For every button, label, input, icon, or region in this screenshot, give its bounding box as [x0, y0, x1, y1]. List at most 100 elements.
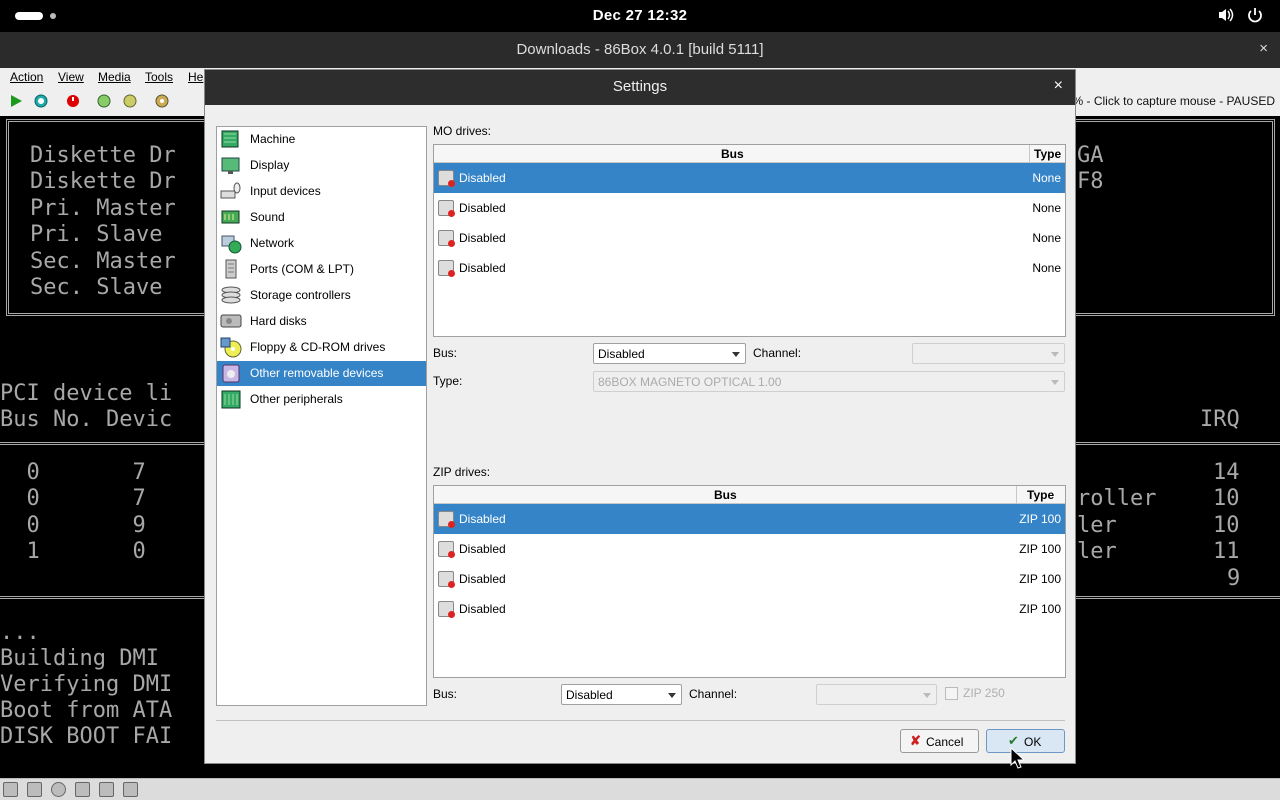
column-bus[interactable]: Bus: [714, 488, 737, 502]
row-bus: Disabled: [459, 231, 506, 245]
input-devices-icon: [220, 180, 242, 202]
row-bus: Disabled: [459, 171, 506, 185]
zip-drive-disabled-icon: [438, 511, 455, 528]
system-top-bar: Dec 27 12:32: [0, 0, 1280, 32]
nav-floppy-cdrom[interactable]: Floppy & CD-ROM drives: [217, 335, 426, 360]
power-icon[interactable]: [1246, 6, 1264, 29]
clock[interactable]: Dec 27 12:32: [0, 7, 1280, 24]
mo-channel-select[interactable]: [912, 343, 1065, 364]
row-bus: Disabled: [459, 512, 506, 526]
column-separator: [1029, 145, 1030, 163]
floppy-icon[interactable]: [3, 782, 18, 797]
zip-drive-disabled-icon: [438, 541, 455, 558]
column-bus[interactable]: Bus: [721, 147, 744, 161]
zip-bus-value: Disabled: [566, 688, 613, 702]
nav-display[interactable]: Display: [217, 153, 426, 178]
nav-storage-controllers[interactable]: Storage controllers: [217, 283, 426, 308]
hard-disks-icon: [220, 310, 242, 332]
nav-label: Hard disks: [250, 314, 307, 328]
app-close-button[interactable]: ×: [1259, 40, 1268, 57]
floppy-icon[interactable]: [27, 782, 42, 797]
table-row[interactable]: Disabled ZIP 100: [434, 594, 1065, 624]
table-row[interactable]: Disabled ZIP 100: [434, 504, 1065, 534]
console-line: F8: [1077, 169, 1104, 194]
mo-drive-disabled-icon: [438, 170, 455, 187]
row-bus: Disabled: [459, 542, 506, 556]
ok-button[interactable]: ✔ OK: [986, 729, 1065, 753]
table-row[interactable]: Disabled ZIP 100: [434, 564, 1065, 594]
console-line: Diskette Dr: [30, 143, 176, 168]
mo-type-value: 86BOX MAGNETO OPTICAL 1.00: [598, 375, 782, 389]
menu-media[interactable]: Media: [98, 70, 131, 84]
row-type: None: [1032, 261, 1061, 275]
mo-bus-select[interactable]: Disabled: [593, 343, 746, 364]
nav-machine[interactable]: Machine: [217, 127, 426, 152]
nav-label: Floppy & CD-ROM drives: [250, 340, 386, 354]
nav-ports[interactable]: Ports (COM & LPT): [217, 257, 426, 282]
mo-bus-value: Disabled: [598, 347, 645, 361]
nav-label: Storage controllers: [250, 288, 351, 302]
zip250-checkbox[interactable]: [945, 687, 958, 700]
cancel-x-icon: ✘: [910, 733, 921, 748]
nav-network[interactable]: Network: [217, 231, 426, 256]
ok-label: OK: [1024, 735, 1042, 749]
mo-bus-label: Bus:: [433, 346, 458, 360]
table-row[interactable]: Disabled None: [434, 253, 1065, 283]
row-bus: Disabled: [459, 572, 506, 586]
sound-icon[interactable]: [123, 782, 138, 797]
network-icon: [220, 232, 242, 254]
nav-label: Ports (COM & LPT): [250, 262, 355, 276]
console-line: roller: [1077, 486, 1157, 511]
menu-tools[interactable]: Tools: [145, 70, 173, 84]
console-line: 0 7: [0, 486, 146, 511]
mo-drives-label: MO drives:: [433, 124, 492, 138]
nav-other-removable-devices[interactable]: Other removable devices: [217, 361, 426, 386]
cdrom-icon[interactable]: [51, 782, 66, 797]
removable-devices-icon: [220, 362, 242, 384]
dialog-close-button[interactable]: ×: [1054, 77, 1063, 95]
menu-action[interactable]: Action: [10, 70, 43, 84]
cancel-button[interactable]: ✘ Cancel: [900, 729, 979, 753]
zip250-label: ZIP 250: [963, 686, 1005, 700]
status-bar: [0, 778, 1280, 800]
nav-hard-disks[interactable]: Hard disks: [217, 309, 426, 334]
nav-sound[interactable]: Sound: [217, 205, 426, 230]
nav-label: Network: [250, 236, 295, 250]
checkmark-icon: ✔: [1008, 733, 1019, 748]
menu-help[interactable]: He: [188, 70, 203, 84]
network-icon[interactable]: [99, 782, 114, 797]
power-off-icon[interactable]: [66, 94, 80, 108]
menu-view[interactable]: View: [58, 70, 84, 84]
chevron-down-icon: [732, 352, 740, 357]
chevron-down-icon: [668, 693, 676, 698]
nav-input-devices[interactable]: Input devices: [217, 179, 426, 204]
mo-type-select[interactable]: 86BOX MAGNETO OPTICAL 1.00: [593, 371, 1065, 392]
hard-disk-icon[interactable]: [75, 782, 90, 797]
row-type: None: [1032, 171, 1061, 185]
divider: [216, 720, 1065, 721]
nav-label: Other removable devices: [250, 366, 384, 380]
chevron-down-icon: [1051, 380, 1059, 385]
sound-icon: [220, 206, 242, 228]
row-bus: Disabled: [459, 261, 506, 275]
console-line: Pri. Slave: [30, 222, 176, 247]
column-type[interactable]: Type: [1027, 488, 1054, 502]
console-line: Pri. Master: [30, 196, 176, 221]
zip-channel-select[interactable]: [816, 684, 937, 705]
zip-drives-table: Bus Type Disabled ZIP 100 Disabled ZIP 1…: [433, 485, 1066, 678]
settings-icon[interactable]: [155, 94, 169, 108]
play-icon[interactable]: [9, 94, 23, 108]
column-type[interactable]: Type: [1034, 147, 1061, 161]
speaker-icon[interactable]: [1217, 6, 1235, 29]
table-row[interactable]: Disabled None: [434, 193, 1065, 223]
zip-bus-select[interactable]: Disabled: [561, 684, 682, 705]
table-row[interactable]: Disabled None: [434, 223, 1065, 253]
storage-controllers-icon: [220, 284, 242, 306]
table-row[interactable]: Disabled ZIP 100: [434, 534, 1065, 564]
reset-icon[interactable]: [34, 94, 48, 108]
pause-icon[interactable]: [123, 94, 137, 108]
mouse-cursor-icon: [1010, 746, 1026, 774]
ctrl-alt-del-icon[interactable]: [97, 94, 111, 108]
nav-other-peripherals[interactable]: Other peripherals: [217, 387, 426, 412]
table-row[interactable]: Disabled None: [434, 163, 1065, 193]
